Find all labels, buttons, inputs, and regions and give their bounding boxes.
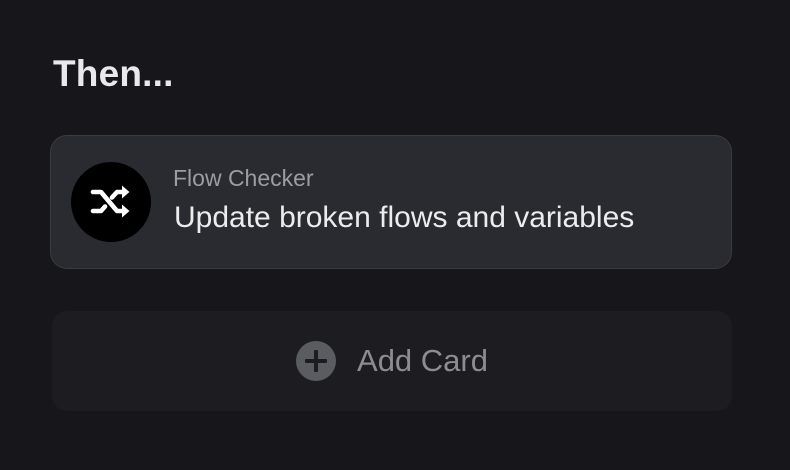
plus-circle-icon [296, 341, 337, 381]
app-avatar [71, 162, 151, 242]
app-name: Flow Checker [173, 165, 314, 191]
shuffle-icon [90, 185, 130, 218]
add-card-button[interactable]: Add Card [52, 311, 732, 411]
action-label: Update broken flows and variables [174, 201, 635, 234]
action-card[interactable]: Flow Checker Update broken flows and var… [50, 135, 732, 269]
section-title: Then... [53, 53, 174, 94]
add-card-label: Add Card [357, 343, 488, 378]
